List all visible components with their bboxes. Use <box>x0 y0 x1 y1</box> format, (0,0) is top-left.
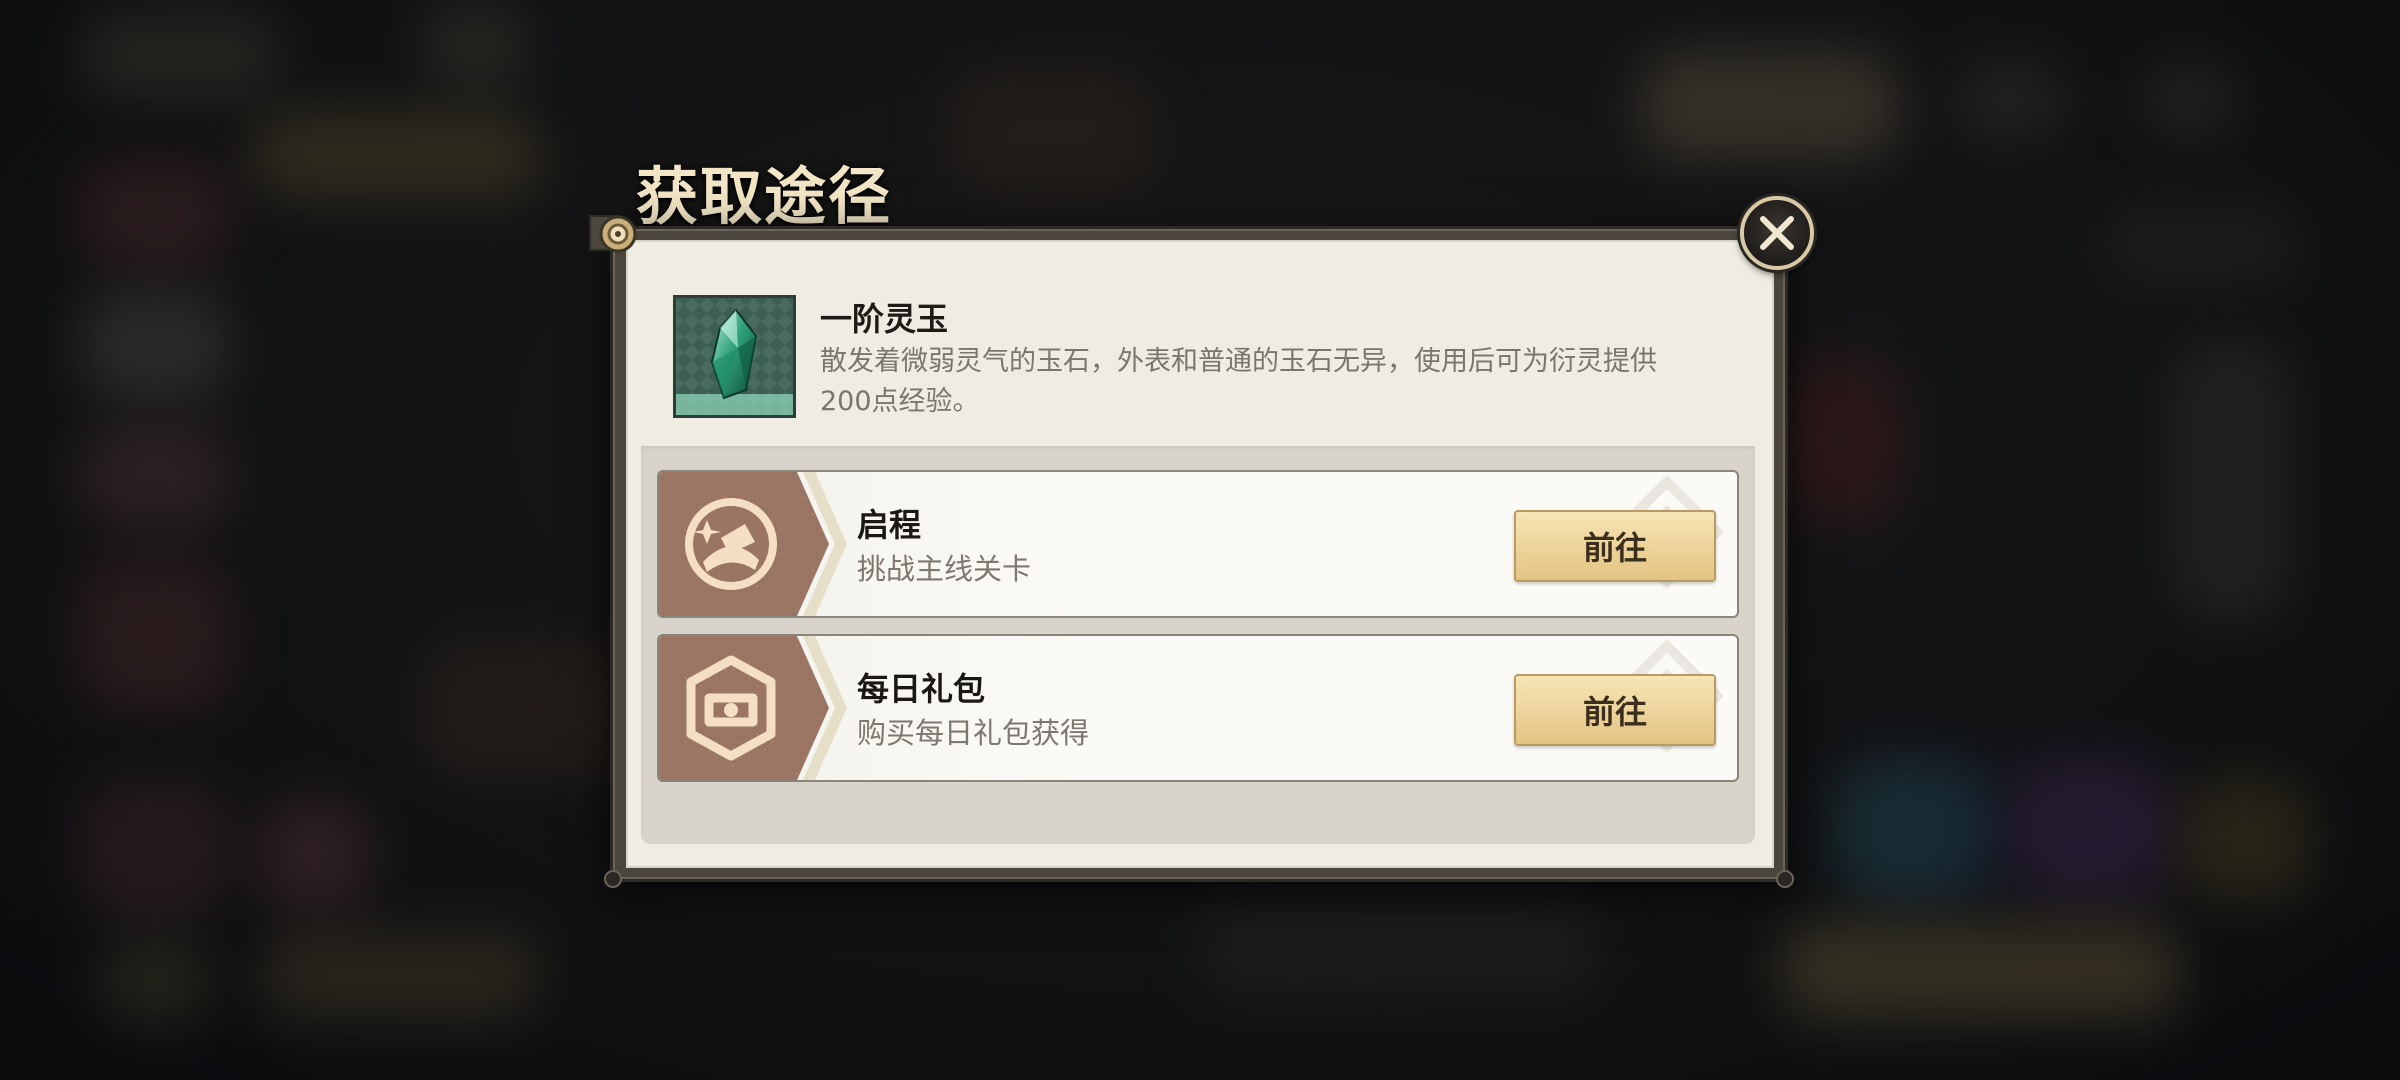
source-subtitle: 挑战主线关卡 <box>857 552 1032 586</box>
dialog-title: 获取途径 <box>636 160 893 233</box>
ornament-clip-icon <box>589 215 637 253</box>
source-subtitle: 购买每日礼包获得 <box>857 716 1090 750</box>
item-description-line: 200点经验。 <box>820 386 980 417</box>
go-button[interactable]: 前往 <box>1514 510 1716 582</box>
close-icon <box>1760 216 1794 250</box>
jade-crystal-icon <box>673 295 796 418</box>
source-title: 每日礼包 <box>857 670 986 708</box>
item-name: 一阶灵玉 <box>820 300 949 338</box>
item-description-line: 散发着微弱灵气的玉石，外表和普通的玉石无异，使用后可为衍灵提供 <box>820 346 1657 377</box>
gift-package-icon <box>659 636 847 780</box>
source-title: 启程 <box>857 506 922 544</box>
go-button[interactable]: 前往 <box>1514 674 1716 746</box>
journey-compass-icon <box>659 472 847 616</box>
close-button[interactable] <box>1740 196 1814 270</box>
item-description: 散发着微弱灵气的玉石，外表和普通的玉石无异，使用后可为衍灵提供 200点经验。 <box>820 342 1680 422</box>
source-row-main-stage: 启程 挑战主线关卡 前往 <box>657 470 1739 618</box>
source-row-daily-gift: 每日礼包 购买每日礼包获得 前往 <box>657 634 1739 782</box>
